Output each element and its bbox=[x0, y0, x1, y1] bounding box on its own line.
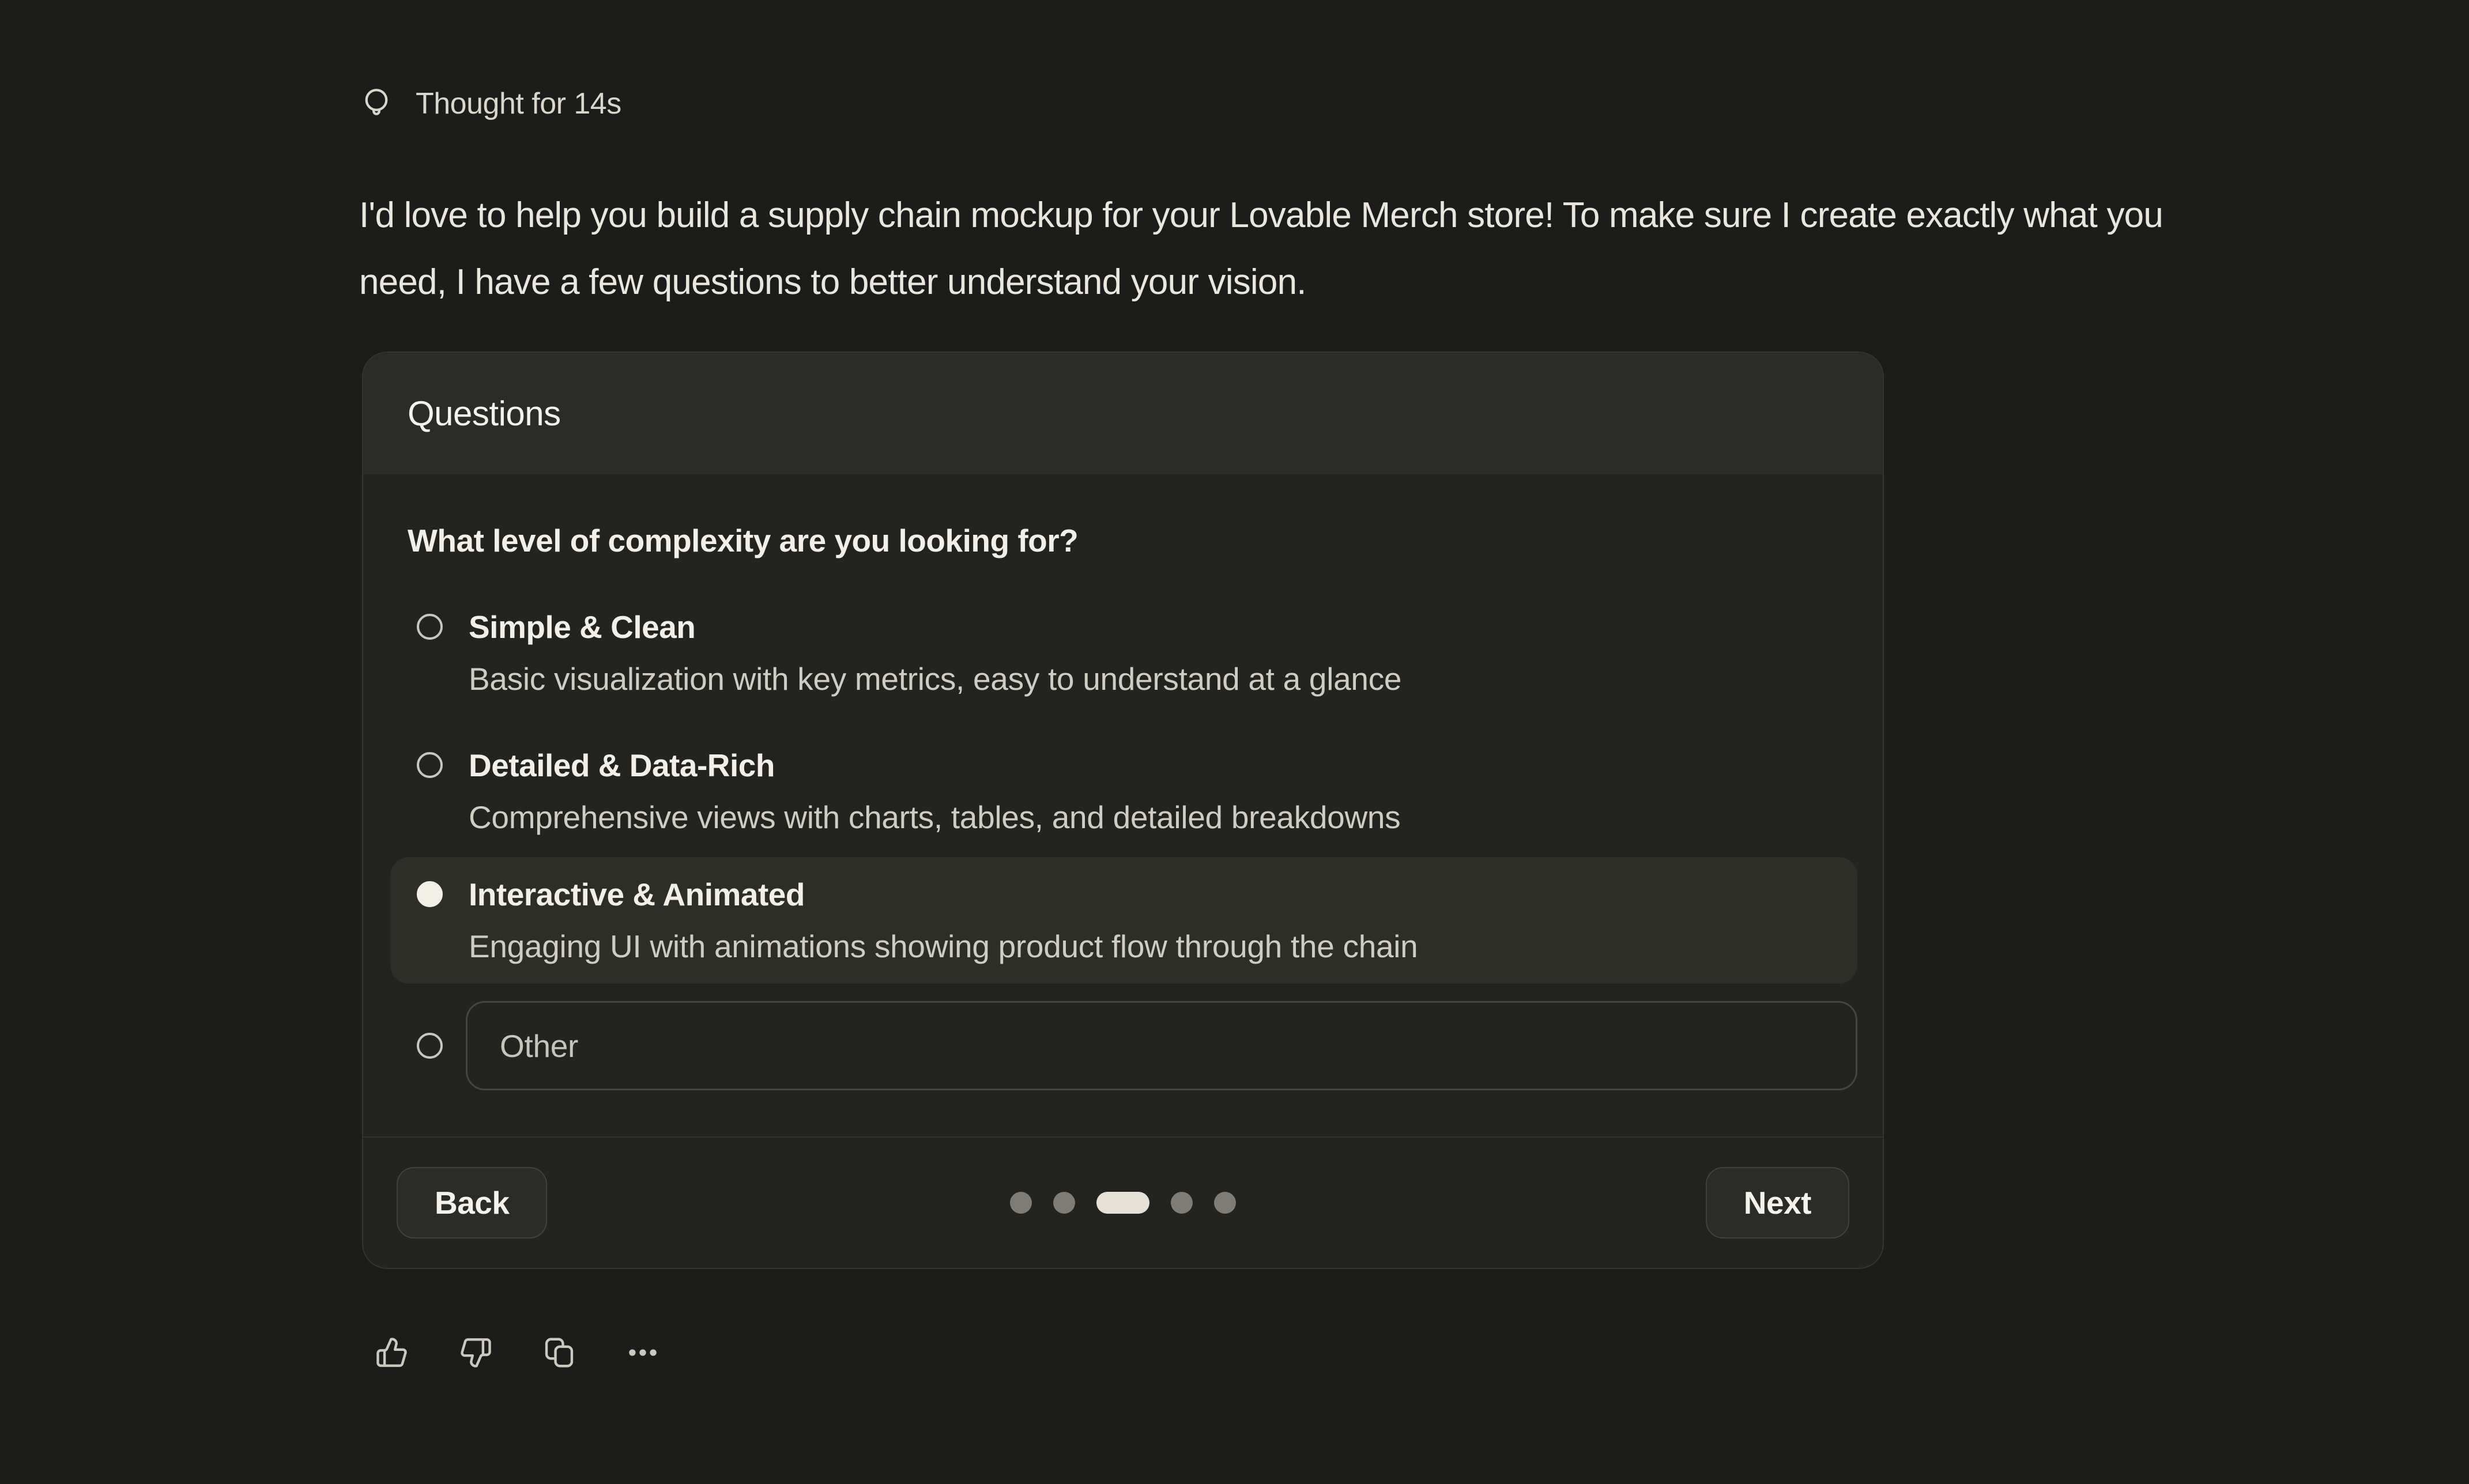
card-title: Questions bbox=[408, 394, 561, 433]
card-header: Questions bbox=[363, 353, 1883, 474]
radio-unselected-icon[interactable] bbox=[417, 614, 443, 640]
option-other[interactable] bbox=[390, 1001, 1857, 1090]
radio-unselected-icon[interactable] bbox=[417, 1033, 443, 1059]
thought-toggle[interactable]: Thought for 14s bbox=[359, 0, 621, 121]
copy-icon bbox=[541, 1335, 577, 1370]
message-actions bbox=[374, 1335, 2469, 1370]
thumbs-down-icon bbox=[458, 1335, 493, 1370]
lightbulb-icon bbox=[359, 86, 394, 121]
card-body: What level of complexity are you looking… bbox=[363, 474, 1883, 1136]
copy-button[interactable] bbox=[541, 1335, 577, 1370]
next-button[interactable]: Next bbox=[1706, 1167, 1849, 1238]
assistant-message: I'd love to help you build a supply chai… bbox=[359, 182, 2221, 316]
pagination-dots bbox=[1010, 1192, 1236, 1214]
option-title: Interactive & Animated bbox=[469, 869, 1418, 920]
more-options-button[interactable] bbox=[625, 1335, 661, 1370]
back-button[interactable]: Back bbox=[397, 1167, 547, 1238]
thumbs-up-icon bbox=[374, 1335, 410, 1370]
card-footer: Back Next bbox=[363, 1136, 1883, 1268]
option-title: Simple & Clean bbox=[469, 601, 1401, 653]
pagination-dot bbox=[1171, 1192, 1193, 1214]
radio-selected-icon[interactable] bbox=[417, 881, 443, 907]
pagination-dot bbox=[1214, 1192, 1236, 1214]
option-interactive-animated[interactable]: Interactive & Animated Engaging UI with … bbox=[390, 857, 1857, 984]
question-text: What level of complexity are you looking… bbox=[408, 520, 1857, 561]
pagination-dot-active bbox=[1096, 1192, 1149, 1214]
thumbs-down-button[interactable] bbox=[458, 1335, 493, 1370]
option-title: Detailed & Data-Rich bbox=[469, 739, 1400, 791]
pagination-dot bbox=[1010, 1192, 1032, 1214]
ellipsis-icon bbox=[625, 1335, 661, 1370]
radio-unselected-icon[interactable] bbox=[417, 752, 443, 778]
option-detailed-data-rich[interactable]: Detailed & Data-Rich Comprehensive views… bbox=[390, 739, 1857, 843]
pagination-dot bbox=[1053, 1192, 1075, 1214]
thumbs-up-button[interactable] bbox=[374, 1335, 410, 1370]
option-description: Engaging UI with animations showing prod… bbox=[469, 920, 1418, 972]
option-description: Comprehensive views with charts, tables,… bbox=[469, 791, 1400, 843]
option-simple-clean[interactable]: Simple & Clean Basic visualization with … bbox=[390, 601, 1857, 705]
questions-card: Questions What level of complexity are y… bbox=[362, 352, 1884, 1269]
thought-label: Thought for 14s bbox=[416, 86, 621, 121]
other-input[interactable] bbox=[466, 1001, 1857, 1090]
option-description: Basic visualization with key metrics, ea… bbox=[469, 653, 1401, 705]
